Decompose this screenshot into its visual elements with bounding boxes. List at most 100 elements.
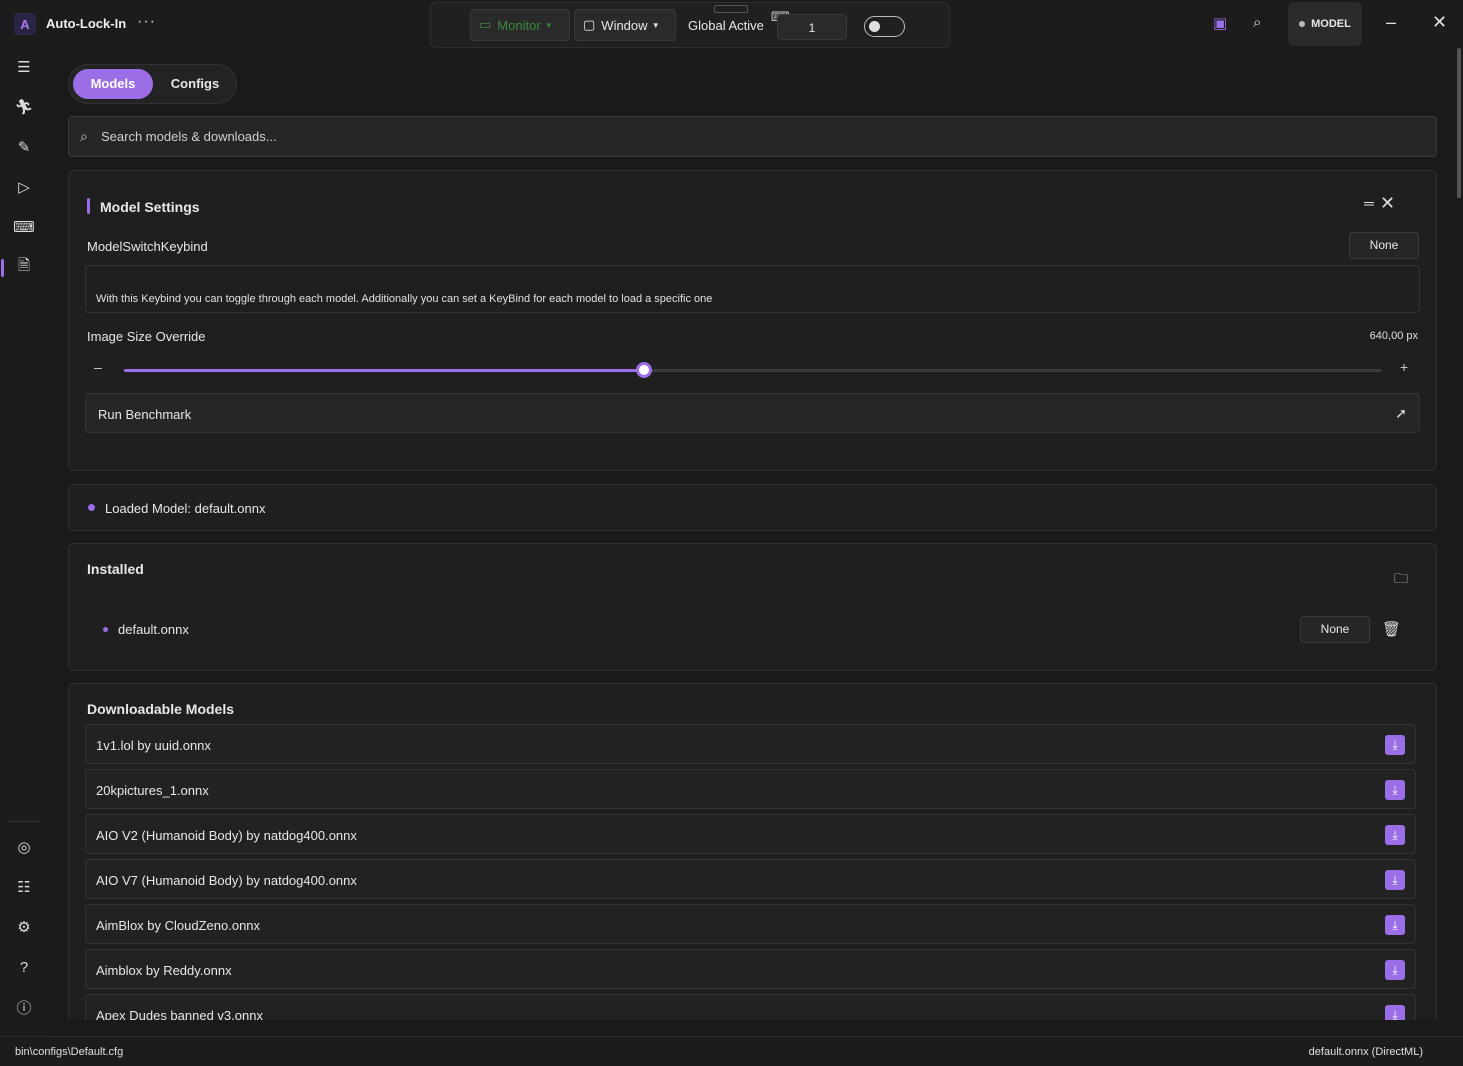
tab-bar: Models Configs — [68, 64, 237, 104]
global-active-value[interactable]: 1 — [777, 14, 847, 40]
scrollbar[interactable] — [1457, 48, 1461, 198]
slider-fill — [124, 369, 644, 372]
model-name: Apex Dudes banned v3.onnx — [96, 1008, 263, 1020]
title-bar: A Auto-Lock-In ··· ▭ Monitor ▾ ▢ Window … — [0, 0, 1463, 48]
monitor-button[interactable]: ▭ Monitor ▾ — [470, 9, 570, 41]
app-logo: A — [14, 13, 36, 35]
checklist-icon[interactable]: ☷ — [12, 875, 36, 899]
model-name: 1v1.lol by uuid.onnx — [96, 738, 211, 753]
keybind-button[interactable]: None — [1349, 232, 1419, 259]
active-indicator — [1, 259, 4, 277]
installed-model-keybind-button[interactable]: None — [1300, 616, 1370, 643]
global-active-toggle[interactable] — [864, 16, 905, 37]
download-icon[interactable]: ⤓ — [1385, 735, 1405, 755]
hamburger-icon[interactable]: ☰ — [12, 55, 36, 79]
keybind-description-text: With this Keybind you can toggle through… — [96, 293, 713, 305]
increase-icon[interactable]: + — [1400, 359, 1408, 375]
main-content: Models Configs ⌕ Model Settings ═ ✕ Mode… — [48, 48, 1463, 1020]
list-item[interactable]: AIO V2 (Humanoid Body) by natdog400.onnx… — [85, 814, 1416, 854]
close-icon[interactable]: ✕ — [1380, 193, 1395, 214]
download-icon[interactable]: ⤓ — [1385, 915, 1405, 935]
run-benchmark-label: Run Benchmark — [98, 407, 192, 422]
monitor-icon: ▭ — [479, 17, 492, 32]
download-icon[interactable]: ⤓ — [1385, 780, 1405, 800]
download-icon[interactable]: ⤓ — [1385, 960, 1405, 980]
installed-title: Installed — [87, 561, 144, 577]
toolbar-drag-handle[interactable] — [714, 5, 748, 13]
status-dot — [88, 504, 95, 511]
model-name: Aimblox by Reddy.onnx — [96, 963, 232, 978]
config-path: bin\configs\Default.cfg — [15, 1046, 124, 1058]
status-dot — [1299, 21, 1306, 27]
overlay-icon[interactable]: ▣ — [1213, 14, 1227, 32]
model-name: AIO V2 (Humanoid Body) by natdog400.onnx — [96, 828, 357, 843]
monitor-label: Monitor — [497, 17, 541, 33]
status-bar: bin\configs\Default.cfg default.onnx (Di… — [0, 1036, 1463, 1066]
play-icon[interactable]: ▷ — [12, 175, 36, 199]
decrease-icon[interactable]: – — [94, 359, 102, 375]
app-title: Auto-Lock-In — [46, 16, 127, 31]
list-item[interactable]: 1v1.lol by uuid.onnx ⤓ — [85, 724, 1416, 764]
list-item[interactable]: Apex Dudes banned v3.onnx ⤓ — [85, 994, 1416, 1020]
more-options-icon[interactable]: ··· — [137, 13, 156, 31]
image-size-label: Image Size Override — [87, 329, 206, 344]
keybind-description: With this Keybind you can toggle through… — [85, 265, 1420, 313]
cursor-icon: ➚ — [1395, 405, 1407, 421]
downloadable-models-card: Downloadable Models 1v1.lol by uuid.onnx… — [68, 683, 1437, 1020]
image-size-value: 640,00 px — [1369, 330, 1418, 342]
close-icon[interactable]: ✕ — [1432, 12, 1447, 33]
list-item[interactable]: AIO V7 (Humanoid Body) by natdog400.onnx… — [85, 859, 1416, 899]
model-name: AIO V7 (Humanoid Body) by natdog400.onnx — [96, 873, 357, 888]
model-settings-card: Model Settings ═ ✕ ModelSwitchKeybind No… — [68, 170, 1437, 471]
search-icon: ⌕ — [80, 128, 88, 144]
keybind-label: ModelSwitchKeybind — [87, 239, 208, 254]
search-icon[interactable]: ⌕ — [1253, 14, 1261, 31]
chevron-down-icon: ▾ — [653, 19, 659, 30]
slider-thumb[interactable] — [635, 362, 652, 378]
model-settings-title: Model Settings — [100, 199, 200, 215]
installed-model-name: default.onnx — [118, 622, 189, 637]
loaded-model-card: Loaded Model: default.onnx — [68, 484, 1437, 531]
download-icon[interactable]: ⤓ — [1385, 1005, 1405, 1020]
sidebar: ☰ 🏃︎ ✎ ▷ ⌨ 🗎 ◎ ☷ ⚙ ? ⓘ — [0, 48, 48, 1036]
model-badge-label: MODEL — [1311, 18, 1351, 30]
aim-figure-icon[interactable]: 🏃︎ — [12, 95, 36, 119]
model-file-icon[interactable]: 🗎 — [12, 255, 36, 279]
download-icon[interactable]: ⤓ — [1385, 825, 1405, 845]
installed-card: Installed 🗀 default.onnx None 🗑 — [68, 543, 1437, 671]
window-label: Window — [601, 17, 648, 33]
sidebar-divider — [8, 821, 40, 822]
global-active-label: Global Active — [688, 18, 764, 33]
minimize-icon[interactable]: – — [1386, 12, 1396, 33]
model-name: AimBlox by CloudZeno.onnx — [96, 918, 261, 933]
collapse-icon[interactable]: ═ — [1364, 195, 1374, 211]
model-status-pill[interactable]: MODEL — [1288, 2, 1362, 46]
loaded-model-text: Loaded Model: default.onnx — [105, 501, 266, 516]
section-accent — [87, 198, 90, 214]
gamepad-icon[interactable]: ◎ — [12, 835, 36, 859]
list-item[interactable]: 20kpictures_1.onnx ⤓ — [85, 769, 1416, 809]
keyboard-icon[interactable]: ⌨ — [12, 215, 36, 239]
tab-models[interactable]: Models — [73, 69, 153, 99]
info-icon[interactable]: ⓘ — [12, 995, 36, 1019]
downloadable-models-title: Downloadable Models — [87, 701, 235, 717]
list-item[interactable]: Aimblox by Reddy.onnx ⤓ — [85, 949, 1416, 989]
folder-icon[interactable]: 🗀 — [1394, 568, 1408, 592]
run-benchmark-button[interactable]: Run Benchmark ➚ — [85, 393, 1420, 433]
model-name: 20kpictures_1.onnx — [96, 783, 209, 798]
image-size-slider[interactable] — [124, 362, 1382, 378]
list-item[interactable]: AimBlox by CloudZeno.onnx ⤓ — [85, 904, 1416, 944]
model-info: default.onnx (DirectML) — [1308, 1046, 1423, 1058]
search-bar: ⌕ — [68, 116, 1437, 157]
help-icon[interactable]: ? — [12, 955, 36, 979]
capture-toolbar: ▭ Monitor ▾ ▢ Window ▾ Global Active ⌨ 1 — [430, 2, 950, 48]
list-bullet — [103, 627, 108, 632]
wrench-icon[interactable]: ✎ — [12, 135, 36, 159]
trash-icon[interactable]: 🗑 — [1382, 620, 1401, 638]
chevron-down-icon: ▾ — [546, 19, 552, 30]
window-button[interactable]: ▢ Window ▾ — [574, 9, 676, 41]
search-input[interactable] — [101, 117, 1401, 156]
tab-configs[interactable]: Configs — [157, 69, 233, 99]
download-icon[interactable]: ⤓ — [1385, 870, 1405, 890]
gear-icon[interactable]: ⚙ — [12, 915, 36, 939]
